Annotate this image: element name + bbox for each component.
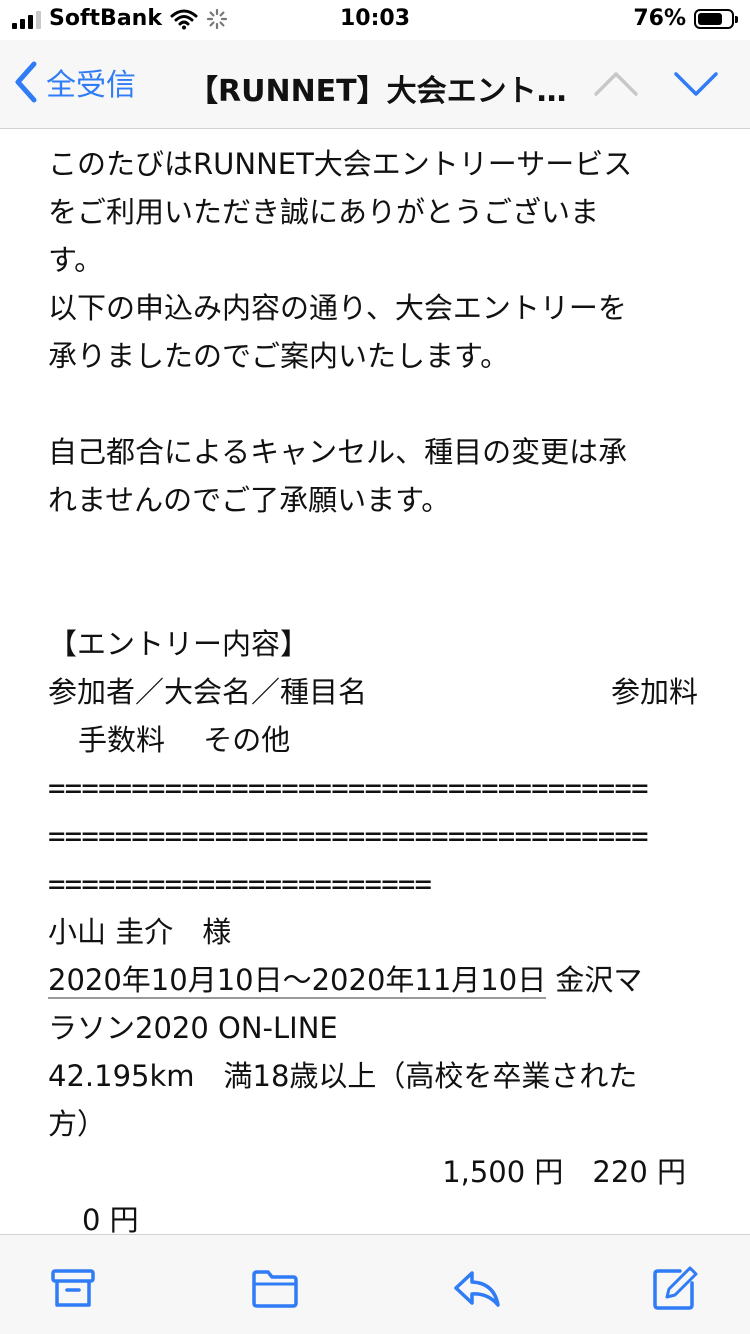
folder-icon (252, 1270, 298, 1308)
chevron-left-icon (15, 61, 37, 103)
entry-heading: 【エントリー内容】 (48, 627, 310, 661)
event-line: 2020年10月10日〜2020年11月10日 金沢マ (48, 956, 698, 1004)
body-line: れませんのでご了承願います。 (48, 483, 451, 517)
separator-line: ==================================== (48, 771, 649, 805)
mail-screen: SoftBank 10:03 76% 全受信 【RUNNET】大会エント… この… (0, 0, 750, 1334)
archive-button[interactable] (48, 1263, 98, 1313)
back-button[interactable]: 全受信 (14, 60, 136, 104)
category-line: 方） (48, 1107, 107, 1141)
header-participant-event: 参加者／大会名／種目名 (48, 675, 368, 709)
email-body: このたびはRUNNET大会エントリーサービス をご利用いただき誠にありがとうござ… (48, 140, 698, 1244)
move-to-folder-button[interactable] (250, 1263, 300, 1313)
compose-icon (653, 1266, 698, 1310)
message-subject: 【RUNNET】大会エント… (188, 74, 567, 109)
previous-message-button[interactable] (592, 64, 640, 104)
status-right: 76% (633, 6, 738, 31)
archive-icon (51, 1269, 95, 1307)
category-line: 42.195km 満18歳以上（高校を卒業された (48, 1059, 638, 1093)
body-line: このたびはRUNNET大会エントリーサービス (48, 147, 633, 181)
battery-fill (698, 12, 723, 25)
fee-amounts: 1,500 円 220 円 (442, 1155, 686, 1189)
bottom-toolbar (0, 1234, 750, 1334)
body-line: す。 (48, 243, 104, 277)
event-date-link[interactable]: 2020年10月10日〜2020年11月10日 (48, 963, 547, 999)
participant-name: 小山 圭介 様 (48, 915, 232, 949)
entry-table-header: 参加者／大会名／種目名 参加料 (48, 668, 698, 716)
chevron-down-icon (674, 72, 718, 96)
chevron-up-icon (594, 72, 638, 96)
body-line: をご利用いただき誠にありがとうございま (48, 195, 600, 229)
battery-icon (694, 8, 738, 29)
body-line: 承りましたのでご案内いたします。 (48, 339, 510, 373)
separator-line: ==================================== (48, 819, 649, 853)
event-name: 金沢マ (546, 963, 643, 997)
compose-button[interactable] (650, 1263, 700, 1313)
reply-icon (454, 1271, 500, 1307)
nav-bar: 全受信 【RUNNET】大会エント… (0, 40, 750, 129)
reply-button[interactable] (452, 1263, 502, 1313)
header-fees-other: 手数料 その他 (78, 723, 291, 757)
battery-percent: 76% (633, 6, 686, 31)
next-message-button[interactable] (672, 64, 720, 104)
header-entry-fee: 参加料 (610, 675, 698, 709)
body-line: 自己都合によるキャンセル、種目の変更は承 (48, 435, 628, 469)
event-name-continued: ラソン2020 ON-LINE (48, 1011, 338, 1045)
back-button-label: 全受信 (46, 68, 136, 103)
separator-line: ======================= (48, 867, 432, 901)
body-line: 以下の申込み内容の通り、大会エントリーを (48, 291, 627, 325)
status-bar: SoftBank 10:03 76% (0, 0, 750, 40)
